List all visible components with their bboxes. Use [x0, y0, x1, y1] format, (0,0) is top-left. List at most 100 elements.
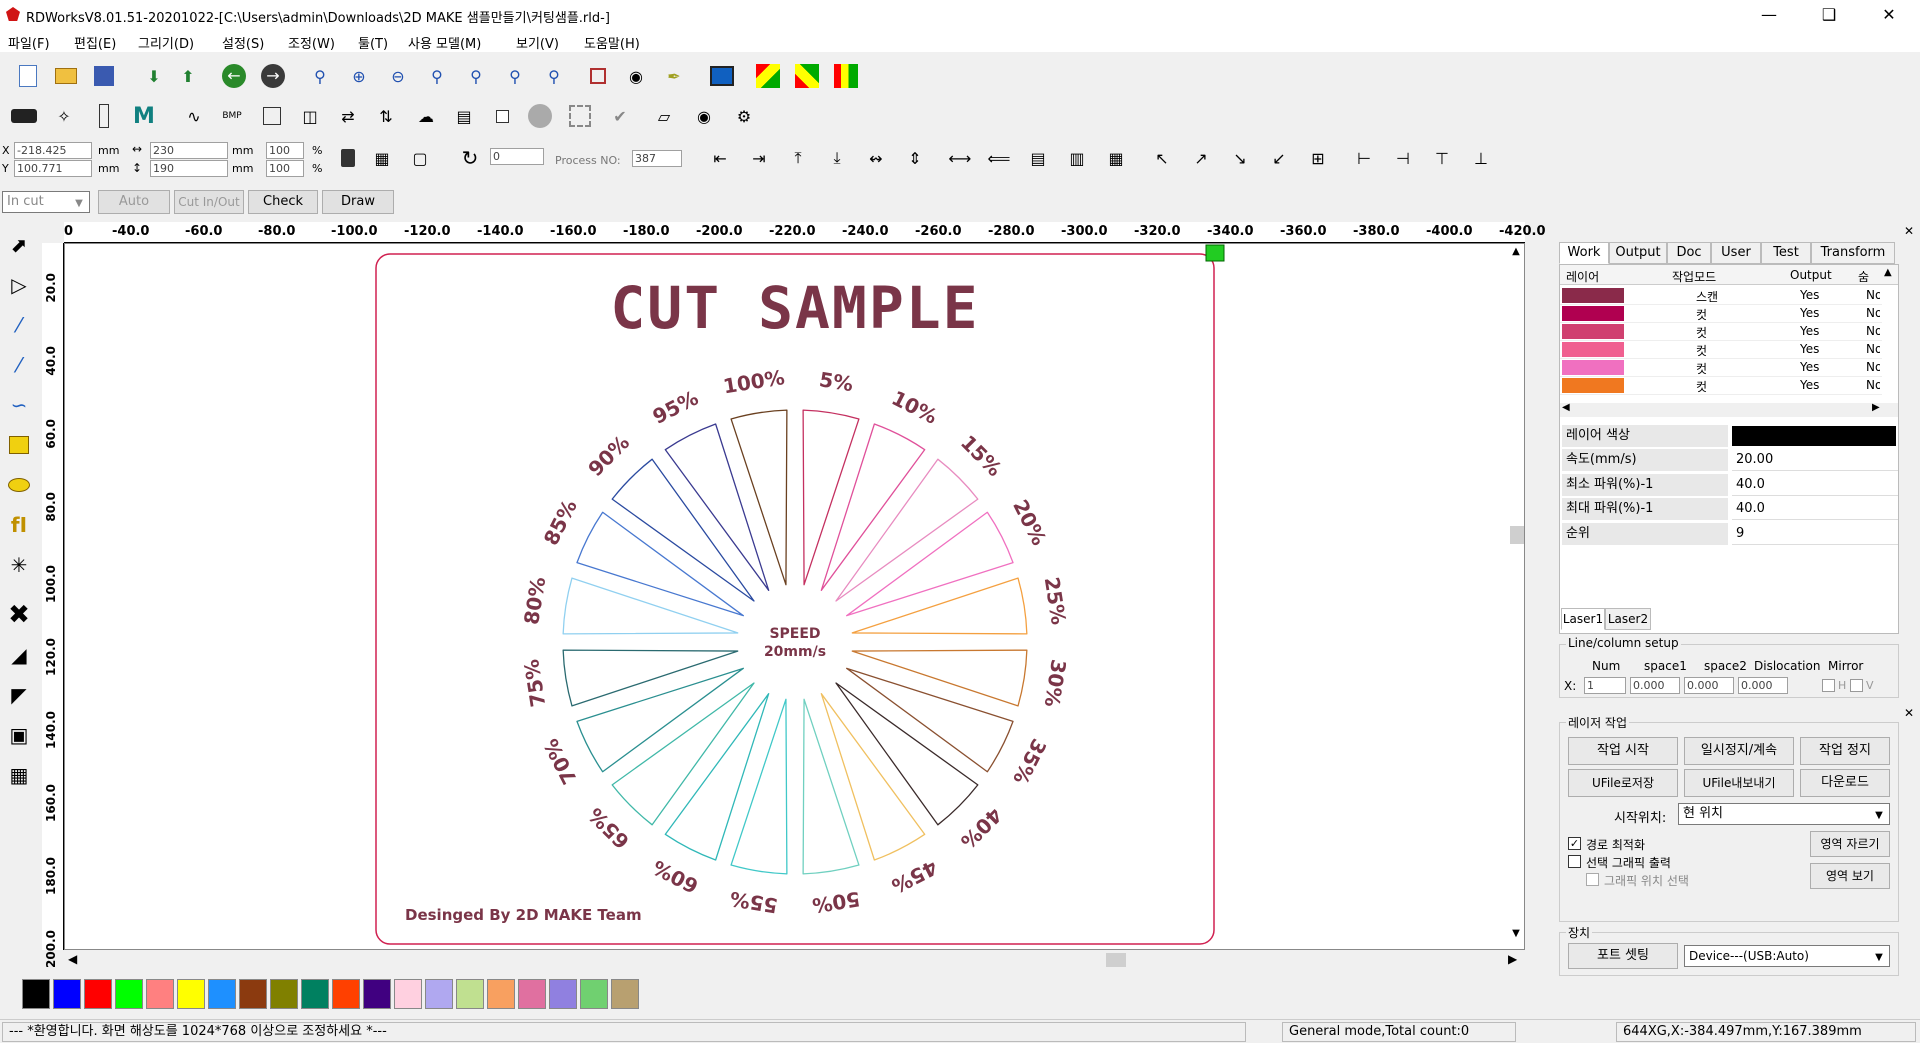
layer-row[interactable]: 컷 Yes No: [1560, 305, 1882, 323]
x-coord-field[interactable]: -218.425: [14, 142, 92, 159]
move-topleft-icon[interactable]: ↖: [1148, 144, 1176, 172]
bmp-icon[interactable]: BMP: [218, 102, 246, 130]
layer-hscroll[interactable]: ◀ ▶: [1560, 402, 1898, 417]
cut-area-button[interactable]: 영역 자르기: [1810, 831, 1890, 857]
optimize-path-checkbox[interactable]: ✓: [1568, 837, 1581, 850]
pan-icon[interactable]: ⚲: [306, 62, 334, 90]
align-top-icon[interactable]: ⤒: [784, 144, 812, 172]
palette-swatch[interactable]: [394, 979, 422, 1009]
device-select[interactable]: Device---(USB:Auto) ▼: [1684, 945, 1890, 967]
array-icon-1[interactable]: [754, 62, 782, 90]
tab-test[interactable]: Test: [1761, 242, 1811, 264]
edge-left-icon[interactable]: ⊢: [1350, 144, 1378, 172]
dislocation-field[interactable]: 0.000: [1738, 677, 1788, 694]
select-box-icon[interactable]: [566, 102, 594, 130]
menu-view[interactable]: 보기(V): [516, 33, 559, 52]
selected-output-checkbox[interactable]: [1568, 855, 1581, 868]
maximize-button[interactable]: ❑: [1806, 0, 1852, 30]
layer-color-swatch[interactable]: [1732, 426, 1896, 446]
palette-swatch[interactable]: [580, 979, 608, 1009]
space-v-icon[interactable]: ▥: [1063, 144, 1091, 172]
rectangle-icon[interactable]: [258, 102, 286, 130]
ufile-save-button[interactable]: UFile로저장: [1568, 769, 1678, 797]
scroll-right-icon[interactable]: ▶: [1872, 402, 1880, 413]
curve-icon[interactable]: ∿: [180, 102, 208, 130]
mirror-h-icon[interactable]: ◢: [4, 640, 34, 670]
lock-icon[interactable]: [334, 144, 362, 172]
tab-output[interactable]: Output: [1609, 242, 1667, 264]
gear-icon[interactable]: ⚙: [730, 102, 758, 130]
rotate-icon[interactable]: ↻: [456, 144, 484, 172]
laser-panel-close-icon[interactable]: ✕: [1904, 706, 1914, 720]
tab-work[interactable]: Work: [1559, 242, 1609, 264]
cloud-icon[interactable]: ☁: [412, 102, 440, 130]
mirror-h-checkbox[interactable]: [1822, 679, 1835, 692]
move-topright-icon[interactable]: ↗: [1187, 144, 1215, 172]
palette-swatch[interactable]: [22, 979, 50, 1009]
line-icon[interactable]: ⁄: [4, 310, 34, 340]
laser-head-icon[interactable]: [10, 102, 38, 130]
order-field[interactable]: 9: [1732, 523, 1898, 545]
layer-row[interactable]: 스캔 Yes No: [1560, 287, 1882, 305]
redo-icon[interactable]: →: [259, 62, 287, 90]
horizontal-scroll-thumb[interactable]: [1106, 953, 1126, 967]
pause-resume-button[interactable]: 일시정지/계속: [1684, 737, 1794, 765]
export-icon[interactable]: ⬆: [174, 62, 202, 90]
edge-bottom-icon[interactable]: ⊥: [1467, 144, 1495, 172]
max-power-field[interactable]: 40.0: [1732, 498, 1898, 520]
menu-help[interactable]: 도움말(H): [584, 33, 640, 52]
palette-swatch[interactable]: [363, 979, 391, 1009]
process-no-field[interactable]: 387: [632, 150, 682, 167]
align-left-icon[interactable]: ⇤: [706, 144, 734, 172]
tab-user[interactable]: User: [1711, 242, 1761, 264]
scroll-right-icon[interactable]: ▶: [1508, 952, 1517, 966]
edge-right-icon[interactable]: ⊣: [1389, 144, 1417, 172]
align-right-icon[interactable]: ⇥: [745, 144, 773, 172]
save-icon[interactable]: [90, 62, 118, 90]
palette-swatch[interactable]: [456, 979, 484, 1009]
space-h-icon[interactable]: ▤: [1024, 144, 1052, 172]
vertical-scroll-thumb[interactable]: [1510, 526, 1524, 544]
width-percent-field[interactable]: 100: [266, 142, 304, 159]
rotate-field[interactable]: 0: [490, 148, 544, 165]
node-edit-icon[interactable]: ▷: [4, 270, 34, 300]
close-button[interactable]: ✕: [1866, 0, 1912, 30]
zoom-fit-icon[interactable]: ⚲: [501, 62, 529, 90]
layer-row[interactable]: 컷 Yes No: [1560, 359, 1882, 377]
space1-field[interactable]: 0.000: [1630, 677, 1680, 694]
cut-inout-button[interactable]: Cut In/Out: [174, 190, 244, 214]
palette-swatch[interactable]: [332, 979, 360, 1009]
palette-swatch[interactable]: [425, 979, 453, 1009]
mirror-v-checkbox[interactable]: [1850, 679, 1863, 692]
space2-field[interactable]: 0.000: [1684, 677, 1734, 694]
palette-swatch[interactable]: [239, 979, 267, 1009]
doc-icon[interactable]: ▤: [450, 102, 478, 130]
mirror-v-icon[interactable]: ◤: [4, 680, 34, 710]
same-height-icon[interactable]: ⟸: [985, 144, 1013, 172]
center-page-icon[interactable]: ▦: [1102, 144, 1130, 172]
tab-laser2[interactable]: Laser2: [1605, 608, 1651, 630]
num-field[interactable]: 1: [1584, 677, 1626, 694]
palette-swatch[interactable]: [518, 979, 546, 1009]
edge-top-icon[interactable]: ⊤: [1428, 144, 1456, 172]
palette-swatch[interactable]: [177, 979, 205, 1009]
design-canvas[interactable]: 5% 10% 15% 20% 25% 30% 35% 40% 45% 50% 55% 60% 65% 70…: [64, 243, 1525, 950]
scroll-left-icon[interactable]: ◀: [68, 952, 77, 966]
tab-doc[interactable]: Doc: [1667, 242, 1711, 264]
check-icon[interactable]: ✔: [606, 102, 634, 130]
palette-swatch[interactable]: [611, 979, 639, 1009]
stop-job-button[interactable]: 작업 정지: [1800, 737, 1890, 765]
align-v-icon[interactable]: ⇅: [372, 102, 400, 130]
sphere-icon[interactable]: [526, 102, 554, 130]
view-area-button[interactable]: 영역 보기: [1810, 863, 1890, 889]
ufile-export-button[interactable]: UFile내보내기: [1684, 769, 1794, 797]
palette-swatch[interactable]: [270, 979, 298, 1009]
palette-swatch[interactable]: [549, 979, 577, 1009]
polyline-icon[interactable]: ⁄: [4, 350, 34, 380]
check-button[interactable]: Check: [248, 190, 318, 214]
eye-icon[interactable]: ◉: [690, 102, 718, 130]
start-position-select[interactable]: 현 위치 ▼: [1678, 803, 1890, 825]
cut-mode-select[interactable]: In cut ▼: [2, 191, 90, 213]
ruler-icon[interactable]: [90, 102, 118, 130]
layer-row[interactable]: 컷 Yes No: [1560, 377, 1882, 395]
